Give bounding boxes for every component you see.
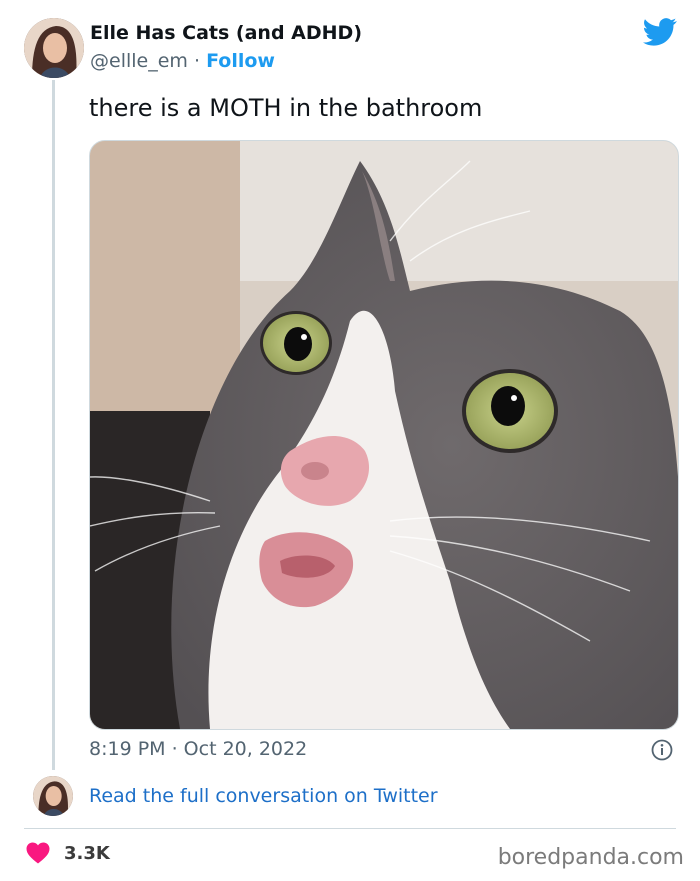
tweet-timestamp[interactable]: 8:19 PM · Oct 20, 2022: [89, 738, 307, 760]
twitter-bird-icon[interactable]: [643, 17, 677, 47]
info-icon[interactable]: [651, 739, 673, 761]
author-avatar[interactable]: [24, 18, 84, 78]
author-display-name[interactable]: Elle Has Cats (and ADHD): [90, 22, 362, 44]
heart-icon[interactable]: [26, 842, 50, 864]
footer-divider: [24, 828, 676, 829]
watermark: boredpanda.com: [497, 845, 684, 870]
follow-button[interactable]: Follow: [206, 50, 275, 72]
tweet-photo[interactable]: [89, 140, 679, 730]
handle-separator: ·: [193, 50, 201, 72]
author-handle-row: @ellle_em · Follow: [90, 50, 275, 72]
tweet-text: there is a MOTH in the bathroom: [89, 94, 483, 122]
reply-avatar[interactable]: [33, 776, 73, 816]
thread-line: [52, 80, 55, 770]
tweet-card: Elle Has Cats (and ADHD) @ellle_em · Fol…: [0, 0, 700, 881]
author-handle[interactable]: @ellle_em: [90, 50, 188, 72]
read-conversation-link[interactable]: Read the full conversation on Twitter: [89, 785, 438, 807]
like-count: 3.3K: [64, 843, 110, 864]
